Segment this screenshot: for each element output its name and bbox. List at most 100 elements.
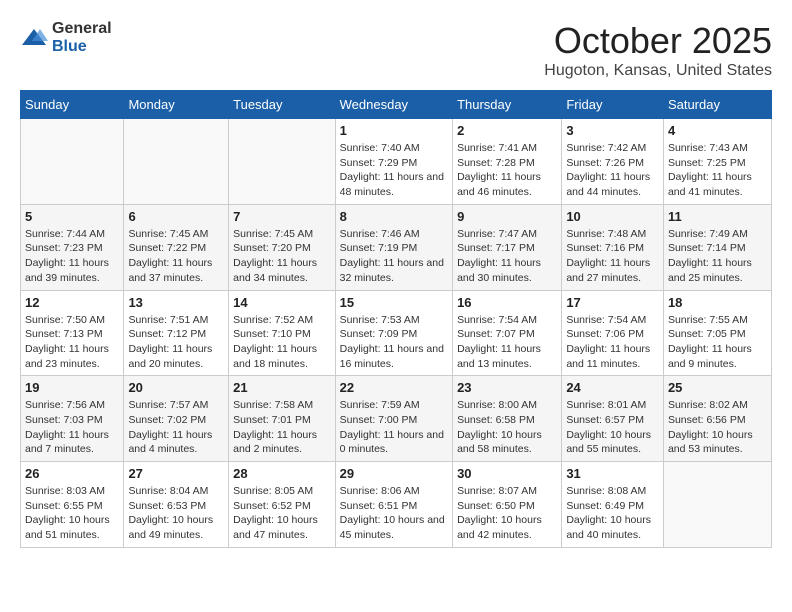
calendar-cell: 1 Sunrise: 7:40 AM Sunset: 7:29 PM Daylig…: [335, 119, 452, 205]
col-header-thursday: Thursday: [453, 91, 562, 119]
calendar-cell: 31 Sunrise: 8:08 AM Sunset: 6:49 PM Dayli…: [562, 462, 664, 548]
day-number: 8: [340, 209, 448, 224]
day-info: Sunrise: 7:52 AM Sunset: 7:10 PM Dayligh…: [233, 313, 331, 372]
calendar-cell: [21, 119, 124, 205]
day-number: 25: [668, 380, 767, 395]
day-number: 9: [457, 209, 557, 224]
day-info: Sunrise: 7:55 AM Sunset: 7:05 PM Dayligh…: [668, 313, 767, 372]
day-number: 4: [668, 123, 767, 138]
calendar-cell: 25 Sunrise: 8:02 AM Sunset: 6:56 PM Dayli…: [663, 376, 771, 462]
day-info: Sunrise: 8:00 AM Sunset: 6:58 PM Dayligh…: [457, 398, 557, 457]
day-info: Sunrise: 7:44 AM Sunset: 7:23 PM Dayligh…: [25, 227, 119, 286]
calendar-cell: 28 Sunrise: 8:05 AM Sunset: 6:52 PM Dayli…: [229, 462, 336, 548]
day-info: Sunrise: 7:41 AM Sunset: 7:28 PM Dayligh…: [457, 141, 557, 200]
day-number: 6: [128, 209, 224, 224]
day-number: 20: [128, 380, 224, 395]
day-info: Sunrise: 7:54 AM Sunset: 7:07 PM Dayligh…: [457, 313, 557, 372]
day-info: Sunrise: 7:43 AM Sunset: 7:25 PM Dayligh…: [668, 141, 767, 200]
day-number: 23: [457, 380, 557, 395]
calendar-cell: 23 Sunrise: 8:00 AM Sunset: 6:58 PM Dayli…: [453, 376, 562, 462]
day-info: Sunrise: 7:54 AM Sunset: 7:06 PM Dayligh…: [566, 313, 659, 372]
logo-icon: [20, 27, 48, 49]
day-number: 21: [233, 380, 331, 395]
day-number: 14: [233, 295, 331, 310]
col-header-friday: Friday: [562, 91, 664, 119]
day-number: 17: [566, 295, 659, 310]
day-number: 15: [340, 295, 448, 310]
day-number: 19: [25, 380, 119, 395]
calendar-cell: 19 Sunrise: 7:56 AM Sunset: 7:03 PM Dayli…: [21, 376, 124, 462]
day-number: 13: [128, 295, 224, 310]
calendar-week-row: 5Sunrise: 7:44 AM Sunset: 7:23 PM Daylig…: [21, 204, 772, 290]
day-number: 31: [566, 466, 659, 481]
calendar-cell: 5Sunrise: 7:44 AM Sunset: 7:23 PM Daylig…: [21, 204, 124, 290]
page-header: General Blue October 2025 Hugoton, Kansa…: [20, 20, 772, 80]
day-number: 2: [457, 123, 557, 138]
calendar-week-row: 19 Sunrise: 7:56 AM Sunset: 7:03 PM Dayli…: [21, 376, 772, 462]
calendar-cell: 15 Sunrise: 7:53 AM Sunset: 7:09 PM Dayli…: [335, 290, 452, 376]
day-info: Sunrise: 7:58 AM Sunset: 7:01 PM Dayligh…: [233, 398, 331, 457]
calendar-cell: 20 Sunrise: 7:57 AM Sunset: 7:02 PM Dayli…: [124, 376, 229, 462]
day-number: 27: [128, 466, 224, 481]
calendar-week-row: 1 Sunrise: 7:40 AM Sunset: 7:29 PM Daylig…: [21, 119, 772, 205]
day-info: Sunrise: 7:42 AM Sunset: 7:26 PM Dayligh…: [566, 141, 659, 200]
calendar-cell: 4 Sunrise: 7:43 AM Sunset: 7:25 PM Daylig…: [663, 119, 771, 205]
col-header-tuesday: Tuesday: [229, 91, 336, 119]
day-info: Sunrise: 7:56 AM Sunset: 7:03 PM Dayligh…: [25, 398, 119, 457]
day-info: Sunrise: 8:01 AM Sunset: 6:57 PM Dayligh…: [566, 398, 659, 457]
day-info: Sunrise: 7:46 AM Sunset: 7:19 PM Dayligh…: [340, 227, 448, 286]
calendar-cell: 9 Sunrise: 7:47 AM Sunset: 7:17 PM Daylig…: [453, 204, 562, 290]
logo: General Blue: [20, 20, 112, 56]
calendar-cell: 26 Sunrise: 8:03 AM Sunset: 6:55 PM Dayli…: [21, 462, 124, 548]
day-number: 29: [340, 466, 448, 481]
day-number: 12: [25, 295, 119, 310]
day-number: 11: [668, 209, 767, 224]
day-info: Sunrise: 7:47 AM Sunset: 7:17 PM Dayligh…: [457, 227, 557, 286]
day-info: Sunrise: 7:59 AM Sunset: 7:00 PM Dayligh…: [340, 398, 448, 457]
day-number: 1: [340, 123, 448, 138]
calendar-cell: [229, 119, 336, 205]
col-header-sunday: Sunday: [21, 91, 124, 119]
calendar-cell: 11 Sunrise: 7:49 AM Sunset: 7:14 PM Dayli…: [663, 204, 771, 290]
calendar-cell: 29Sunrise: 8:06 AM Sunset: 6:51 PM Dayli…: [335, 462, 452, 548]
day-info: Sunrise: 8:02 AM Sunset: 6:56 PM Dayligh…: [668, 398, 767, 457]
calendar-cell: 3 Sunrise: 7:42 AM Sunset: 7:26 PM Daylig…: [562, 119, 664, 205]
day-number: 22: [340, 380, 448, 395]
calendar-cell: 12Sunrise: 7:50 AM Sunset: 7:13 PM Dayli…: [21, 290, 124, 376]
calendar-cell: 16 Sunrise: 7:54 AM Sunset: 7:07 PM Dayli…: [453, 290, 562, 376]
calendar-title: October 2025: [544, 20, 772, 62]
day-info: Sunrise: 7:57 AM Sunset: 7:02 PM Dayligh…: [128, 398, 224, 457]
calendar-cell: 21 Sunrise: 7:58 AM Sunset: 7:01 PM Dayli…: [229, 376, 336, 462]
logo-general: General: [52, 20, 112, 37]
calendar-cell: 10Sunrise: 7:48 AM Sunset: 7:16 PM Dayli…: [562, 204, 664, 290]
day-info: Sunrise: 7:53 AM Sunset: 7:09 PM Dayligh…: [340, 313, 448, 372]
calendar-cell: [663, 462, 771, 548]
day-number: 3: [566, 123, 659, 138]
calendar-cell: [124, 119, 229, 205]
calendar-cell: 13Sunrise: 7:51 AM Sunset: 7:12 PM Dayli…: [124, 290, 229, 376]
day-number: 24: [566, 380, 659, 395]
calendar-week-row: 12Sunrise: 7:50 AM Sunset: 7:13 PM Dayli…: [21, 290, 772, 376]
day-number: 16: [457, 295, 557, 310]
col-header-saturday: Saturday: [663, 91, 771, 119]
calendar-cell: 27 Sunrise: 8:04 AM Sunset: 6:53 PM Dayli…: [124, 462, 229, 548]
day-number: 30: [457, 466, 557, 481]
logo-blue: Blue: [52, 38, 87, 55]
day-info: Sunrise: 8:04 AM Sunset: 6:53 PM Dayligh…: [128, 484, 224, 543]
calendar-cell: 18 Sunrise: 7:55 AM Sunset: 7:05 PM Dayli…: [663, 290, 771, 376]
day-number: 26: [25, 466, 119, 481]
calendar-subtitle: Hugoton, Kansas, United States: [544, 62, 772, 80]
day-info: Sunrise: 8:03 AM Sunset: 6:55 PM Dayligh…: [25, 484, 119, 543]
day-info: Sunrise: 7:45 AM Sunset: 7:22 PM Dayligh…: [128, 227, 224, 286]
col-header-monday: Monday: [124, 91, 229, 119]
col-header-wednesday: Wednesday: [335, 91, 452, 119]
day-info: Sunrise: 8:05 AM Sunset: 6:52 PM Dayligh…: [233, 484, 331, 543]
calendar-cell: 14 Sunrise: 7:52 AM Sunset: 7:10 PM Dayli…: [229, 290, 336, 376]
day-number: 7: [233, 209, 331, 224]
day-number: 18: [668, 295, 767, 310]
calendar-cell: 24 Sunrise: 8:01 AM Sunset: 6:57 PM Dayli…: [562, 376, 664, 462]
day-info: Sunrise: 7:40 AM Sunset: 7:29 PM Dayligh…: [340, 141, 448, 200]
day-number: 28: [233, 466, 331, 481]
day-info: Sunrise: 7:49 AM Sunset: 7:14 PM Dayligh…: [668, 227, 767, 286]
day-info: Sunrise: 8:08 AM Sunset: 6:49 PM Dayligh…: [566, 484, 659, 543]
